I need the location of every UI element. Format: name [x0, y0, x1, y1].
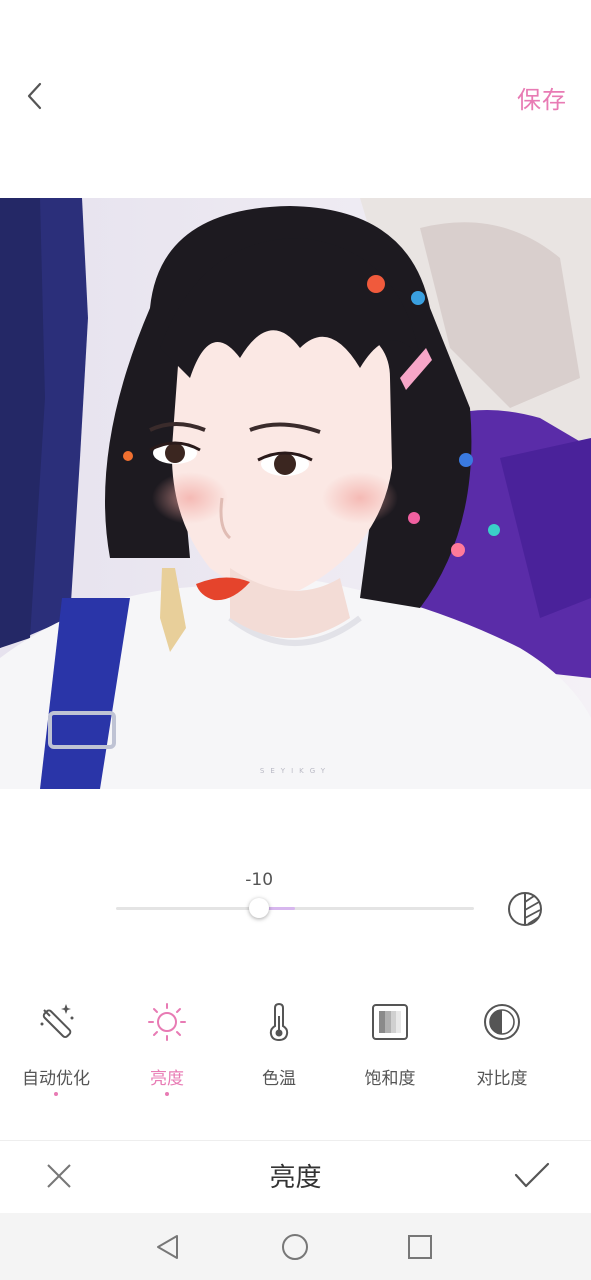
- top-bar: 保存: [0, 0, 591, 198]
- compare-icon: [508, 892, 542, 926]
- tool-label: 色温: [262, 1069, 296, 1089]
- tool-label: 对比度: [476, 1069, 528, 1089]
- new-indicator-dot: [54, 1092, 58, 1096]
- circle-home-icon: [282, 1234, 308, 1260]
- saturation-icon: [372, 1004, 408, 1040]
- back-button[interactable]: [18, 78, 54, 114]
- save-button[interactable]: 保存: [517, 80, 567, 115]
- confirm-button[interactable]: [512, 1159, 552, 1193]
- tool-auto-optimize[interactable]: 自动优化: [1, 996, 111, 1106]
- chevron-left-icon: [27, 82, 42, 110]
- magic-wand-icon: [40, 1004, 74, 1039]
- adjust-slider[interactable]: -10: [116, 870, 474, 930]
- slider-thumb[interactable]: [249, 898, 270, 918]
- bottom-action-bar: 亮度: [0, 1141, 591, 1213]
- new-indicator-dot: [165, 1092, 169, 1096]
- compare-button[interactable]: [506, 890, 544, 928]
- tool-contrast[interactable]: 对比度: [447, 996, 557, 1106]
- tool-label: 饱和度: [364, 1069, 416, 1089]
- edit-photo: SEYIKGY: [0, 198, 591, 789]
- bottom-title: 亮度: [269, 1163, 322, 1193]
- check-icon: [514, 1162, 550, 1188]
- system-nav-bar: [0, 1213, 591, 1280]
- tool-color-temperature[interactable]: 色温: [224, 996, 334, 1106]
- thermometer-icon: [269, 1002, 289, 1042]
- tool-label: 自动优化: [22, 1069, 90, 1089]
- square-recents-icon: [408, 1235, 432, 1259]
- tool-brightness[interactable]: 亮度: [112, 996, 222, 1106]
- contrast-icon: [484, 1004, 520, 1040]
- sun-icon: [148, 1003, 186, 1041]
- photo-watermark: SEYIKGY: [259, 767, 332, 775]
- nav-home-button[interactable]: [279, 1231, 311, 1263]
- tool-saturation[interactable]: 饱和度: [335, 996, 445, 1106]
- nav-back-button[interactable]: [153, 1231, 185, 1263]
- tool-label: 亮度: [150, 1069, 184, 1089]
- triangle-back-icon: [157, 1235, 178, 1259]
- tool-strip: 自动优化 亮度 色温 饱和度 对比度: [0, 996, 591, 1106]
- slider-track[interactable]: [116, 907, 474, 910]
- nav-recents-button[interactable]: [404, 1231, 436, 1263]
